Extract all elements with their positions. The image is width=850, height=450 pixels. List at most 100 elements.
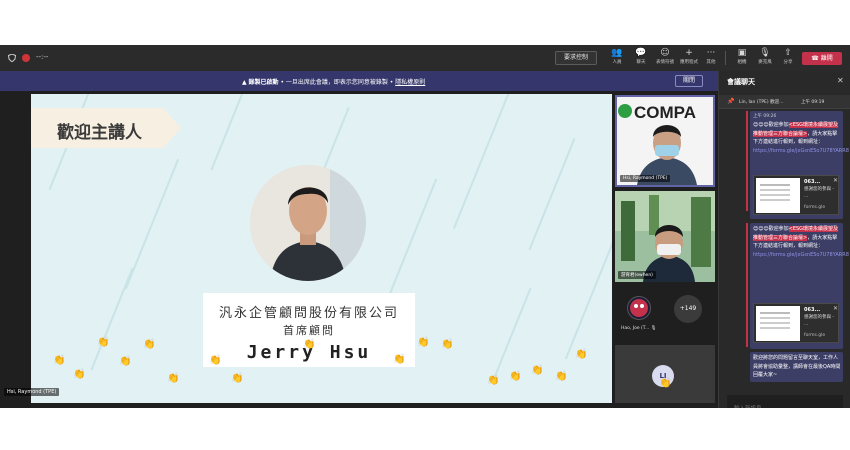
participant-name-label: Hao, Joe (T... 🎙 (621, 326, 657, 331)
reactions-button[interactable]: ☺ 表情符號 (654, 48, 676, 70)
speaker-photo (250, 165, 366, 281)
pinned-time: 上午 09:19 (801, 100, 825, 105)
recording-started-text: 錄製已啟動 (248, 79, 279, 86)
preview-title: 063... (804, 179, 821, 185)
meeting-toolbar: --:-- 要求控制 👥 人員 💬 聊天 ☺ 表情符號 + 應用程式 ··· 其他 ▣ 相機… (0, 45, 850, 71)
speaker-company: 汎永企管顧問股份有限公司 (218, 306, 399, 321)
more-icon: ··· (706, 48, 716, 58)
preview-description: 感謝您的參與 - ... (804, 315, 835, 327)
recording-consent-text: • 一旦出席此會議，即表示您同意被錄製 • (278, 79, 396, 86)
unread-indicator (746, 111, 748, 211)
apps-button[interactable]: + 應用程式 (678, 48, 700, 70)
clap-reaction-icon: 👏 (167, 373, 180, 384)
close-icon[interactable]: ✕ (833, 177, 838, 184)
privacy-policy-link[interactable]: 隱私權原則 (395, 79, 425, 86)
recording-banner: ▲ 錄製已啟動 • 一旦出席此會議，即表示您同意被錄製 • 隱私權原則 關閉 (0, 71, 718, 91)
share-icon: ⇧ (784, 48, 792, 58)
chat-icon: 💬 (635, 48, 647, 58)
teams-meeting-window: --:-- 要求控制 👥 人員 💬 聊天 ☺ 表情符號 + 應用程式 ··· 其他 ▣ 相機… (0, 45, 850, 408)
camera-button[interactable]: ▣ 相機 (731, 48, 753, 70)
camera-icon: ▣ (737, 48, 747, 58)
mic-icon: 🎙 (650, 326, 657, 331)
preview-domain: forms.gle (804, 333, 826, 338)
chat-message[interactable]: 😊😊😊歡迎參加<ESG環境永續展望及推動管理三方聯合論壇>，請大家點擊下方連結進… (750, 223, 849, 349)
people-button[interactable]: 👥 人員 (606, 48, 628, 70)
form-link[interactable]: https://forms.gle/jxGsnE5o7U78YARR8 (753, 148, 849, 154)
recording-dot-icon (22, 54, 30, 62)
chat-message[interactable]: 上午 09:26 😊😊😊歡迎參加<ESG環境永續展望及推動管理三方聯合論壇>，請… (750, 111, 849, 219)
message-time: 上午 09:26 (753, 114, 777, 119)
clap-reaction-icon: 👏 (143, 339, 156, 350)
toolbar-divider (725, 51, 726, 65)
meeting-timer: --:-- (36, 53, 49, 61)
clap-reaction-icon: 👏 (97, 337, 110, 348)
participant-tile-ewhen[interactable]: 游育君(ewhen) (615, 191, 715, 282)
speaker-role: 首席顧問 (283, 324, 335, 337)
avatar[interactable] (627, 296, 651, 320)
close-icon[interactable]: ✕ (837, 76, 844, 85)
close-icon[interactable]: ✕ (833, 305, 838, 312)
link-preview-card[interactable]: 063... 感謝您的參與 - ... forms.gle ✕ (753, 303, 839, 343)
welcome-heading: 歡迎主講人 (57, 123, 142, 143)
clap-reaction-icon: 👏 (73, 369, 86, 380)
phone-icon: ☎ (811, 55, 821, 62)
reactions-icon: ☺ (660, 48, 670, 58)
preview-description: 感謝您的參與 - ... (804, 187, 835, 199)
chat-message[interactable]: 歡迎將您的問題留言至聊天室，工作人員將會協助彙整，講師會在最後QA時間回覆大家~ (750, 352, 843, 382)
recording-notice: ▲ 錄製已啟動 • 一旦出席此會議，即表示您同意被錄製 • 隱私權原則 (242, 77, 425, 86)
people-icon: 👥 (611, 48, 623, 58)
clap-reaction-icon: 👏 (417, 337, 430, 348)
clap-reaction-icon: 👏 (303, 339, 316, 350)
mic-off-icon: 🎙 (759, 48, 771, 58)
clap-reaction-icon: 👏 (53, 355, 66, 366)
request-control-button[interactable]: 要求控制 (555, 51, 597, 65)
apps-icon: + (685, 48, 693, 58)
mic-button[interactable]: 🎙 麥克風 (754, 48, 776, 70)
participant-name-label: Hsi, Raymond (TPE) (620, 175, 671, 182)
meeting-chat-panel: 會議聊天 ✕ 📌 Lin, Ian (TPE) 歡迎... 上午 09:19 上… (718, 71, 850, 408)
preview-thumbnail (756, 178, 800, 213)
participant-name-label: 游育君(ewhen) (618, 271, 656, 279)
participant-tile-raymond[interactable]: COMPA Hsi, Raymond (TPE) (615, 95, 715, 187)
message-text: 歡迎將您的問題留言至聊天室，工作人員將會協助彙整，講師會在最後QA時間回覆大家~ (753, 355, 841, 378)
pinned-message[interactable]: 📌 Lin, Ian (TPE) 歡迎... 上午 09:19 (719, 95, 850, 109)
preview-thumbnail (756, 306, 800, 341)
leave-label: 離開 (820, 55, 833, 62)
clap-reaction-icon: 👏 (659, 378, 672, 389)
pinned-sender: Lin, Ian (TPE) 歡迎... (739, 100, 784, 105)
message-text: 😊😊😊歡迎參加<ESG環境永續展望及推動管理三方聯合論壇>，請大家點擊下方連結進… (753, 122, 849, 154)
clap-reaction-icon: 👏 (555, 371, 568, 382)
clap-reaction-icon: 👏 (119, 356, 132, 367)
clap-reaction-icon: 👏 (531, 365, 544, 376)
clap-reaction-icon: 👏 (231, 373, 244, 384)
form-link[interactable]: https://forms.gle/jxGsnE5o7U78YARR8 (753, 252, 849, 258)
presenter-name-label: Hsi, Raymond (TPE) (4, 388, 60, 396)
participant-video: COMPA (617, 97, 713, 185)
clap-reaction-icon: 👏 (487, 375, 500, 386)
link-preview-card[interactable]: 063... 感謝您的參與 - ... forms.gle ✕ (753, 175, 839, 215)
pin-icon: 📌 (727, 98, 735, 105)
chat-button[interactable]: 💬 聊天 (630, 48, 652, 70)
company-logo-text: COMPA (634, 103, 696, 122)
chat-message-input[interactable] (727, 402, 843, 408)
share-button[interactable]: ⇧ 分享 (777, 48, 799, 70)
preview-title: 063... (804, 307, 821, 313)
more-participants-badge[interactable]: +149 (674, 295, 702, 323)
participant-tile-li[interactable]: LI 👏 (615, 345, 715, 403)
chat-compose[interactable] (727, 395, 843, 408)
participant-video (615, 191, 715, 282)
avatar-image (630, 299, 648, 317)
clap-reaction-icon: 👏 (575, 349, 588, 360)
clap-reaction-icon: 👏 (209, 355, 222, 366)
leave-button[interactable]: ☎ 離開 (802, 52, 842, 65)
shield-icon[interactable] (8, 54, 16, 62)
welcome-banner: 歡迎主講人 (31, 108, 181, 148)
clap-reaction-icon: 👏 (441, 339, 454, 350)
shared-screen-slide: 歡迎主講人 汎永企管顧問股份有限公司 首席顧問 Jerry Hsu 👏 👏 👏 … (31, 94, 612, 403)
dismiss-banner-button[interactable]: 關閉 (675, 75, 703, 87)
speaker-name-card: 汎永企管顧問股份有限公司 首席顧問 Jerry Hsu (203, 293, 415, 367)
clap-reaction-icon: 👏 (393, 354, 406, 365)
unread-indicator (746, 223, 748, 347)
message-text: 😊😊😊歡迎參加<ESG環境永續展望及推動管理三方聯合論壇>，請大家點擊下方連結進… (753, 226, 849, 258)
more-button[interactable]: ··· 其他 (700, 48, 722, 70)
